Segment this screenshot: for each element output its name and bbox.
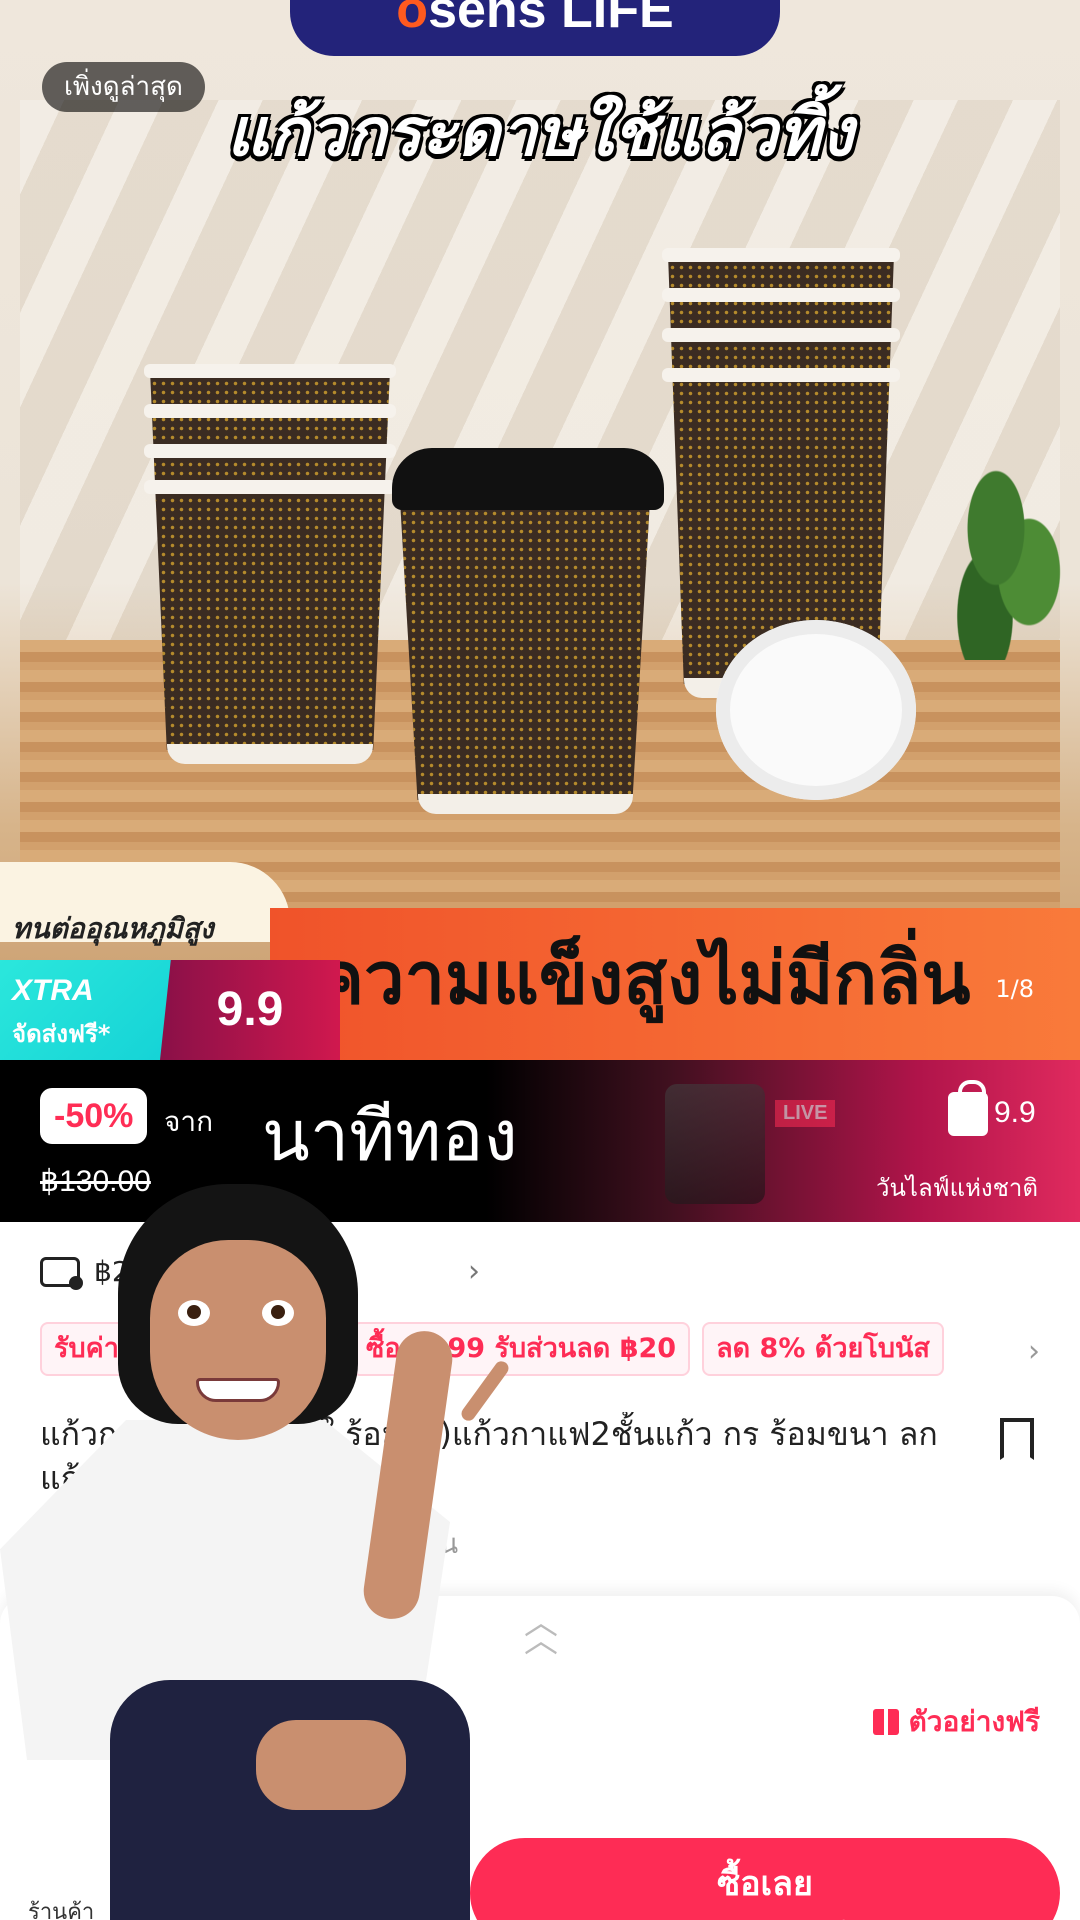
from-label: จาก <box>164 1105 214 1138</box>
recently-viewed-chip[interactable]: เพิ่งดูล่าสุด <box>42 62 205 112</box>
cup-stack-right <box>662 248 900 698</box>
double-chevron-up-icon[interactable]: ︿ ︿ <box>524 1606 558 1658</box>
sold-count: ชิ้น <box>420 1527 459 1560</box>
promo-chip-bonus[interactable]: ลด 8% ด้วยโบนัส <box>702 1322 944 1376</box>
promo-chip-voucher[interactable]: ซื้อ ฿199 รับส่วนลด ฿20 <box>352 1322 691 1376</box>
sale-event-name: วันไลฟ์แห่งชาติ <box>875 1174 1038 1202</box>
sale-number: 9.9 <box>994 1096 1036 1129</box>
discount-badge: -50% <box>40 1088 148 1144</box>
promo-row: รับค่า ซื้อ ฿199 รับส่วนลด ฿20 ลด 8% ด้ว… <box>40 1322 944 1376</box>
promo-chip-shipping[interactable]: รับค่า <box>40 1322 340 1376</box>
cup-with-lid <box>400 500 650 814</box>
feature-text: ความแข็งสูงไม่มีกลิ่น <box>316 936 971 1020</box>
free-sample-label: ตัวอย่างฟรี <box>908 1705 1040 1738</box>
feature-band: ความแข็งสูงไม่มีกลิ่น <box>270 908 1080 1060</box>
plant-decoration <box>952 440 1062 660</box>
original-price: ฿130.00 <box>40 1165 151 1198</box>
brand-logo: osens LIFE <box>290 0 780 56</box>
image-counter: 1/8 <box>995 975 1034 1003</box>
xtra-title: XTRA <box>12 974 94 1007</box>
buy-now-button[interactable]: ซื้อเลย ฿65.00 | ส่งฟรี <box>470 1838 1060 1920</box>
bookmark-icon[interactable] <box>1000 1418 1034 1460</box>
flash-sale-banner: -50% จาก ฿130.00 นาทีทอง 9.9 วันไลฟ์แห่ง… <box>0 1060 1080 1222</box>
paylater-row[interactable]: ฿2 yLater › <box>40 1254 480 1290</box>
tipped-cup <box>716 620 916 800</box>
presenter-mouth <box>196 1378 280 1402</box>
buy-now-label: ซื้อเลย <box>717 1864 813 1904</box>
free-sample-link[interactable]: ตัวอย่างฟรี <box>872 1700 1040 1744</box>
cup-lid <box>392 448 664 510</box>
chevron-right-icon[interactable]: › <box>1028 1334 1040 1369</box>
chevron-right-icon: › <box>468 1254 480 1289</box>
xtra-free-shipping-badge: XTRA จัดส่งฟรี* <box>0 960 180 1060</box>
product-title: แก้วกาแ 8ออนซ์ 50ใ ร้อมฝา)แก้วกาแฟ2ชั้นแ… <box>40 1415 938 1497</box>
event-tag: 9.9 <box>160 960 340 1060</box>
shopping-bag-icon <box>948 1080 988 1136</box>
detail-link[interactable]: หล <box>72 1728 108 1772</box>
shop-tab[interactable]: ร้านค้า <box>0 1888 120 1920</box>
paylater-text: ฿2 yLater <box>94 1255 228 1288</box>
heat-resistance-label: ทนต่ออุณหภูมิสูง <box>0 862 290 943</box>
gift-icon <box>872 1709 899 1735</box>
product-image-carousel[interactable]: osens LIFE แก้วกระดาษใช้แล้วทิ้ง เพิ่งดู… <box>0 0 1080 1060</box>
wallet-icon <box>40 1256 83 1290</box>
live-shopping-bag-icon <box>665 1084 836 1204</box>
golden-minute-label: นาทีทอง <box>262 1095 518 1177</box>
buy-now-price: ฿65.00 | ส่งฟรี <box>470 1912 1060 1920</box>
cup-stack-left <box>144 364 396 764</box>
xtra-subtitle: จัดส่งฟรี* <box>12 1020 111 1048</box>
